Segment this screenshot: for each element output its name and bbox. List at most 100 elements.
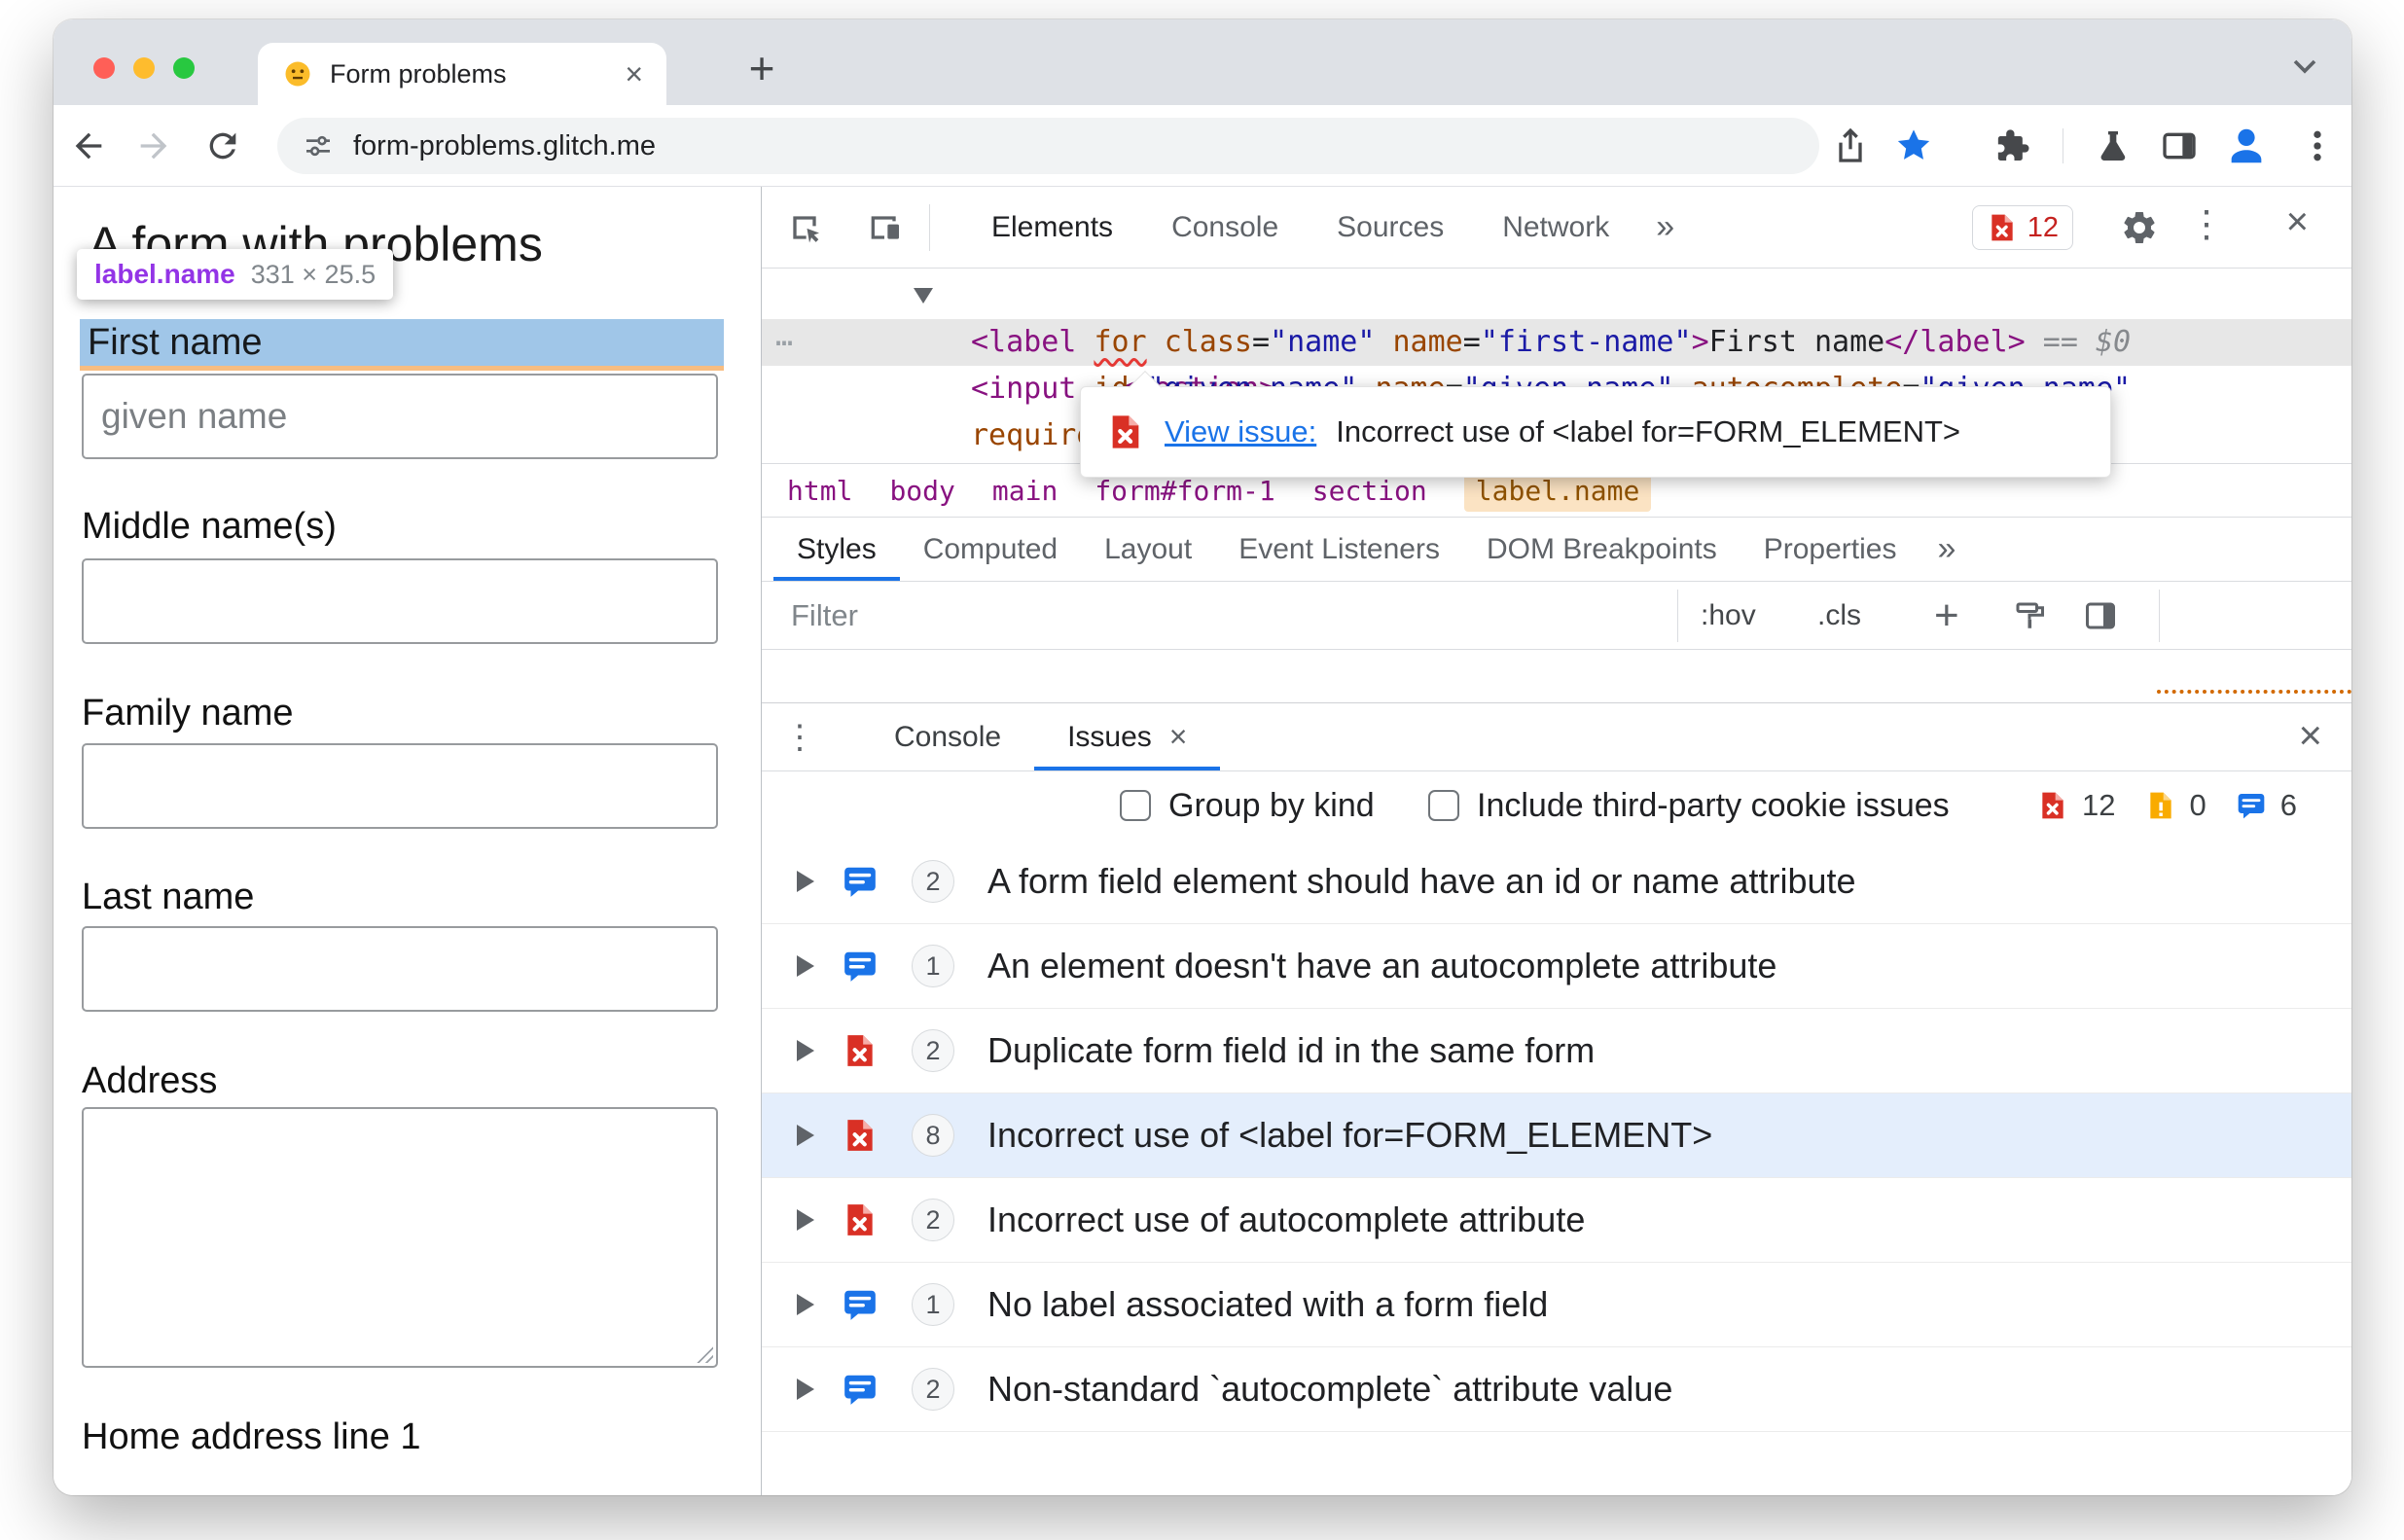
issue-text: No label associated with a form field — [987, 1284, 1549, 1324]
breadcrumb-section[interactable]: section — [1312, 475, 1427, 507]
issue-row[interactable]: 1 No label associated with a form field — [762, 1263, 2351, 1347]
profile-avatar[interactable] — [2224, 124, 2269, 168]
breadcrumb-body[interactable]: body — [889, 475, 954, 507]
message-icon — [842, 1286, 879, 1323]
address-bar[interactable]: form-problems.glitch.me — [277, 118, 1819, 174]
devtools-close-icon[interactable]: × — [2286, 202, 2309, 241]
view-issue-tooltip: View issue: Incorrect use of <label for=… — [1080, 371, 2111, 478]
issue-text: Incorrect use of autocomplete attribute — [987, 1200, 1586, 1239]
device-toolbar-icon[interactable] — [865, 208, 904, 247]
extensions-icon[interactable] — [1992, 126, 2031, 165]
tab-favicon-icon — [283, 59, 312, 89]
first-name-label: First name — [88, 321, 263, 363]
last-name-input[interactable] — [82, 926, 718, 1012]
tab-computed[interactable]: Computed — [900, 518, 1081, 581]
back-button[interactable] — [69, 126, 108, 165]
issue-row[interactable]: 2 Incorrect use of autocomplete attribut… — [762, 1178, 2351, 1263]
address-textarea[interactable] — [82, 1107, 718, 1368]
expand-triangle-icon[interactable] — [797, 955, 814, 977]
expand-triangle-icon[interactable] — [797, 1294, 814, 1315]
settings-gear-icon[interactable] — [2120, 208, 2159, 247]
browser-menu-kebab-icon[interactable] — [2298, 126, 2337, 165]
drawer-close-icon[interactable]: × — [2298, 715, 2322, 756]
issue-row[interactable]: 2 Non-standard `autocomplete` attribute … — [762, 1347, 2351, 1432]
tab-network[interactable]: Network — [1473, 187, 1638, 268]
issue-row-selected[interactable]: 8 Incorrect use of <label for=FORM_ELEME… — [762, 1093, 2351, 1178]
drawer-tab-console[interactable]: Console — [861, 703, 1034, 770]
given-name-input[interactable] — [82, 374, 718, 459]
drawer-menu-kebab-icon[interactable]: ⋮ — [783, 718, 816, 757]
site-settings-icon[interactable] — [303, 130, 334, 161]
breadcrumb-form[interactable]: form#form-1 — [1094, 475, 1274, 507]
more-tabs-icon[interactable]: » — [1638, 208, 1692, 246]
expand-triangle-icon[interactable] — [797, 871, 814, 892]
expand-triangle-icon[interactable] — [797, 1125, 814, 1146]
macos-zoom-button[interactable] — [173, 57, 195, 79]
drawer-tab-bar: ⋮ Console Issues × × — [762, 703, 2351, 771]
family-name-input[interactable] — [82, 743, 718, 829]
expand-triangle-icon[interactable] — [797, 1379, 814, 1400]
middle-name-input[interactable] — [82, 558, 718, 644]
view-issue-link[interactable]: View issue: — [1165, 414, 1316, 449]
tab-layout[interactable]: Layout — [1081, 518, 1215, 581]
issue-row[interactable]: 2 A form field element should have an id… — [762, 840, 2351, 924]
devtools-menu-kebab-icon[interactable]: ⋮ — [2188, 206, 2225, 243]
tab-styles[interactable]: Styles — [773, 518, 900, 581]
drawer-resize-indicator — [2157, 690, 2351, 694]
tab-elements[interactable]: Elements — [962, 187, 1142, 268]
issues-count: 12 — [2027, 211, 2059, 243]
tab-close-icon[interactable]: × — [625, 58, 643, 90]
expand-triangle-icon[interactable] — [797, 1209, 814, 1231]
group-by-kind-checkbox[interactable] — [1120, 790, 1151, 821]
tab-dom-breakpoints[interactable]: DOM Breakpoints — [1463, 518, 1740, 581]
dock-panel-icon[interactable] — [2083, 598, 2118, 633]
tab-sources[interactable]: Sources — [1308, 187, 1473, 268]
toggle-hover-button[interactable]: :hov — [1701, 582, 1756, 650]
issues-tab-close-icon[interactable]: × — [1169, 719, 1188, 755]
breadcrumb-html[interactable]: html — [787, 475, 852, 507]
dom-line-section[interactable]: <section> — [914, 272, 1276, 406]
issues-count-badge[interactable]: 12 — [1971, 205, 2073, 250]
toggle-class-button[interactable]: .cls — [1817, 582, 1861, 650]
tab-event-listeners[interactable]: Event Listeners — [1215, 518, 1463, 581]
inspect-element-icon[interactable] — [785, 208, 824, 247]
dom-selected-row[interactable]: … <label for class="name" name="first-na… — [762, 319, 2351, 366]
dom-row-kebab-icon[interactable]: … — [775, 319, 795, 353]
macos-minimize-button[interactable] — [133, 57, 155, 79]
last-name-label: Last name — [82, 877, 255, 917]
new-style-rule-button[interactable]: + — [1934, 582, 1959, 650]
bookmark-star-icon[interactable] — [1894, 126, 1933, 165]
macos-close-button[interactable] — [93, 57, 115, 79]
issue-row[interactable]: 1 An element doesn't have an autocomplet… — [762, 924, 2351, 1009]
reload-button[interactable] — [203, 126, 242, 165]
error-count: 12 — [2082, 788, 2116, 822]
forward-button[interactable] — [134, 126, 173, 165]
paint-roller-icon[interactable] — [2012, 598, 2047, 633]
breadcrumb-main[interactable]: main — [992, 475, 1058, 507]
drawer-tab-issues[interactable]: Issues × — [1034, 703, 1220, 770]
tab-console[interactable]: Console — [1142, 187, 1308, 268]
issue-count-badge: 2 — [912, 1029, 954, 1072]
browser-tab[interactable]: Form problems × — [258, 43, 666, 105]
third-party-option[interactable]: Include third-party cookie issues — [1428, 771, 1950, 840]
more-sidebar-tabs-icon[interactable]: » — [1920, 530, 1973, 568]
resize-grip-icon[interactable] — [692, 1342, 713, 1363]
message-icon — [842, 863, 879, 900]
share-button[interactable] — [1831, 126, 1870, 165]
new-tab-button[interactable]: + — [735, 41, 789, 95]
issue-text: A form field element should have an id o… — [987, 861, 1856, 901]
issue-row[interactable]: 2 Duplicate form field id in the same fo… — [762, 1009, 2351, 1093]
beaker-icon[interactable] — [2094, 126, 2133, 165]
expand-triangle-icon[interactable] — [797, 1040, 814, 1061]
issue-count-badge: 2 — [912, 1368, 954, 1411]
issue-text: Non-standard `autocomplete` attribute va… — [987, 1369, 1673, 1409]
expand-arrow-icon[interactable] — [914, 288, 933, 304]
styles-filter-input[interactable] — [791, 591, 1628, 640]
url-text[interactable]: form-problems.glitch.me — [353, 130, 656, 162]
third-party-checkbox[interactable] — [1428, 790, 1459, 821]
side-panel-icon[interactable] — [2160, 126, 2199, 165]
devtools-toolbar-divider — [929, 204, 930, 251]
tab-properties[interactable]: Properties — [1740, 518, 1920, 581]
tab-search-chevron-icon[interactable] — [2285, 47, 2324, 86]
group-by-kind-option[interactable]: Group by kind — [1120, 771, 1375, 840]
